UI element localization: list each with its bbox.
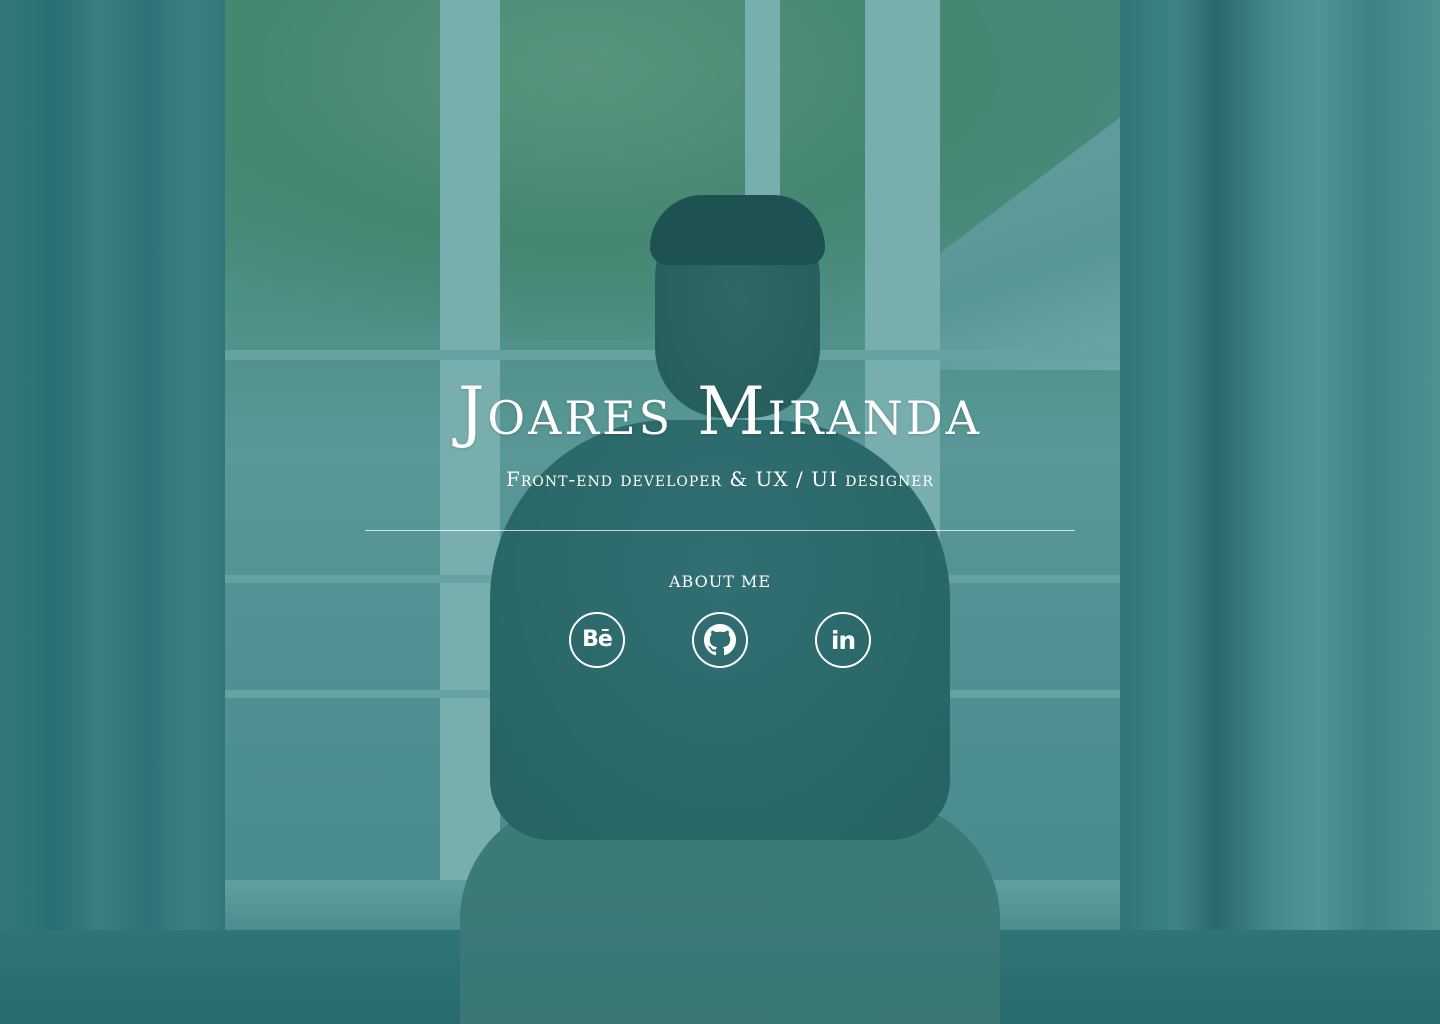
linkedin-link[interactable]: in [815,612,871,668]
page-title: Joares Miranda [457,373,983,450]
tagline: Front-end developer & UX / UI designer [506,467,934,491]
github-link[interactable] [692,612,748,668]
divider [365,530,1075,531]
behance-link[interactable]: Bē [569,612,625,668]
linkedin-icon: in [830,625,856,655]
behance-icon: Bē [582,627,613,652]
about-me-link[interactable]: ABOUT ME [620,570,820,594]
github-icon [704,624,736,656]
hero-content: Joares Miranda Front-end developer & UX … [0,0,1440,1024]
